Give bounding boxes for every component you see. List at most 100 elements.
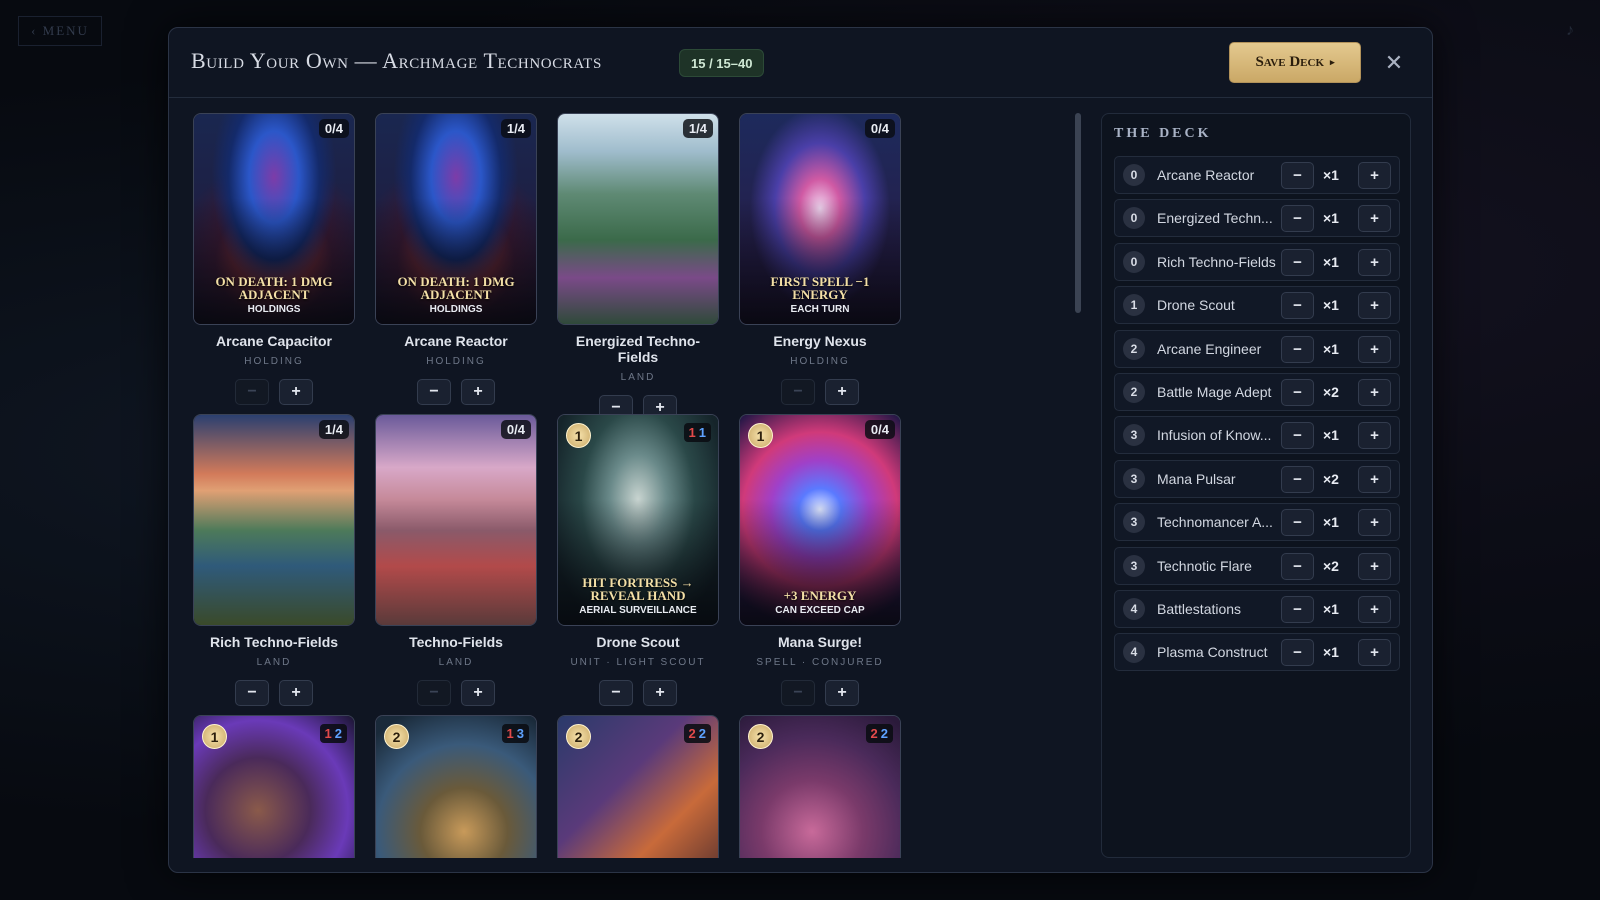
deck-row[interactable]: 4 Battlestations − ×1 + xyxy=(1114,589,1400,628)
increment-button[interactable]: + xyxy=(1358,378,1391,406)
deck-card-count: ×2 xyxy=(1323,557,1339,574)
deck-card-count: ×1 xyxy=(1323,600,1339,617)
card-subtext: Aerial surveillance xyxy=(579,605,697,616)
deck-card-cost: 0 xyxy=(1123,207,1145,230)
card[interactable]: 1/4 On death: 1 dmg adjacent Holdings xyxy=(375,113,537,325)
energy-cost-icon: 2 xyxy=(748,724,773,749)
deck-row[interactable]: 3 Mana Pulsar − ×2 + xyxy=(1114,459,1400,498)
unit-stats-badge: 1 1 xyxy=(683,423,711,442)
add-card-button[interactable]: + xyxy=(825,379,859,405)
deck-card-cost: 4 xyxy=(1123,641,1145,664)
decrement-button[interactable]: − xyxy=(1281,639,1314,667)
remove-card-button[interactable]: − xyxy=(417,680,451,706)
card-text: Hit fortress → reveal hand Aerial survei… xyxy=(566,576,710,616)
decrement-button[interactable]: − xyxy=(1281,509,1314,537)
card-slot: 1/4 Energized Techno-Fields LAND − + xyxy=(557,113,719,421)
increment-button[interactable]: + xyxy=(1358,292,1391,320)
deck-row[interactable]: 2 Battle Mage Adept − ×2 + xyxy=(1114,372,1400,411)
save-deck-button[interactable]: Save Deck ▸ xyxy=(1229,42,1361,83)
add-card-button[interactable]: + xyxy=(279,680,313,706)
quantity-controls: − + xyxy=(375,379,537,405)
card[interactable]: 2 2 2 xyxy=(739,715,901,858)
deck-card-name: Battlestations xyxy=(1157,600,1242,617)
deck-row[interactable]: 3 Technotic Flare − ×2 + xyxy=(1114,546,1400,585)
increment-button[interactable]: + xyxy=(1358,595,1391,623)
remove-card-button[interactable]: − xyxy=(235,680,269,706)
close-icon[interactable]: ✕ xyxy=(1379,48,1409,78)
increment-button[interactable]: + xyxy=(1358,422,1391,450)
add-card-button[interactable]: + xyxy=(461,379,495,405)
deck-row[interactable]: 2 Arcane Engineer − ×1 + xyxy=(1114,329,1400,368)
music-note-icon[interactable]: ♪ xyxy=(1566,22,1574,40)
card[interactable]: 2 1 3 xyxy=(375,715,537,858)
card-effect: +3 Energy xyxy=(783,588,857,603)
card-slot: 2 2 2 xyxy=(557,715,719,858)
card-name: Rich Techno-Fields xyxy=(209,634,339,650)
card[interactable]: 1 1 1 Hit fortress → reveal hand Aerial … xyxy=(557,414,719,626)
decrement-button[interactable]: − xyxy=(1281,552,1314,580)
card[interactable]: 0/4 On death: 1 dmg adjacent Holdings xyxy=(193,113,355,325)
quantity-controls: − + xyxy=(739,680,901,706)
deck-row[interactable]: 0 Arcane Reactor − ×1 + xyxy=(1114,156,1400,194)
card-text: First spell −1 energy Each turn xyxy=(748,275,892,315)
grid-scrollbar[interactable] xyxy=(1075,113,1081,313)
quantity-controls: − + xyxy=(375,680,537,706)
increment-button[interactable]: + xyxy=(1358,465,1391,493)
deck-card-cost: 2 xyxy=(1123,380,1145,403)
add-card-button[interactable]: + xyxy=(643,680,677,706)
health-value: 1 xyxy=(698,425,706,440)
card[interactable]: 0/4 First spell −1 energy Each turn xyxy=(739,113,901,325)
add-card-button[interactable]: + xyxy=(279,379,313,405)
deck-row[interactable]: 0 Energized Techn... − ×1 + xyxy=(1114,199,1400,238)
remove-card-button[interactable]: − xyxy=(781,379,815,405)
card[interactable]: 1/4 xyxy=(557,113,719,325)
quantity-controls: − + xyxy=(557,680,719,706)
increment-button[interactable]: + xyxy=(1358,162,1391,189)
card-collection-grid: 0/4 On death: 1 dmg adjacent Holdings Ar… xyxy=(193,113,913,858)
deck-row[interactable]: 1 Drone Scout − ×1 + xyxy=(1114,286,1400,325)
remove-card-button[interactable]: − xyxy=(781,680,815,706)
decrement-button[interactable]: − xyxy=(1281,422,1314,450)
card[interactable]: 0/4 xyxy=(375,414,537,626)
increment-button[interactable]: + xyxy=(1358,639,1391,667)
deck-card-count: ×1 xyxy=(1323,644,1339,661)
increment-button[interactable]: + xyxy=(1358,509,1391,537)
increment-button[interactable]: + xyxy=(1358,335,1391,363)
energy-cost-icon: 2 xyxy=(566,724,591,749)
decrement-button[interactable]: − xyxy=(1281,292,1314,320)
deck-row[interactable]: 3 Infusion of Know... − ×1 + xyxy=(1114,416,1400,455)
deck-row[interactable]: 4 Plasma Construct − ×1 + xyxy=(1114,633,1400,672)
remove-card-button[interactable]: − xyxy=(235,379,269,405)
decrement-button[interactable]: − xyxy=(1281,205,1314,233)
energy-cost-icon: 1 xyxy=(202,724,227,749)
remove-card-button[interactable]: − xyxy=(599,680,633,706)
card-effect: Hit fortress → reveal hand xyxy=(582,575,694,603)
decrement-button[interactable]: − xyxy=(1281,465,1314,493)
deck-card-name: Plasma Construct xyxy=(1157,644,1268,661)
deck-row[interactable]: 3 Technomancer A... − ×1 + xyxy=(1114,503,1400,542)
increment-button[interactable]: + xyxy=(1358,552,1391,580)
decrement-button[interactable]: − xyxy=(1281,378,1314,406)
menu-button[interactable]: ‹ MENU xyxy=(18,16,102,46)
card[interactable]: 1 1 2 xyxy=(193,715,355,858)
energy-cost-icon: 2 xyxy=(384,724,409,749)
increment-button[interactable]: + xyxy=(1358,248,1391,276)
health-value: 2 xyxy=(698,726,706,741)
add-card-button[interactable]: + xyxy=(461,680,495,706)
deck-row[interactable]: 0 Rich Techno-Fields − ×1 + xyxy=(1114,242,1400,281)
card[interactable]: 1/4 xyxy=(193,414,355,626)
decrement-button[interactable]: − xyxy=(1281,162,1314,189)
decrement-button[interactable]: − xyxy=(1281,595,1314,623)
decrement-button[interactable]: − xyxy=(1281,335,1314,363)
owned-count-badge: 0/4 xyxy=(864,420,895,439)
add-card-button[interactable]: + xyxy=(825,680,859,706)
card[interactable]: 2 2 2 xyxy=(557,715,719,858)
deck-card-name: Technotic Flare xyxy=(1157,557,1252,574)
card[interactable]: 1 0/4 +3 Energy Can exceed cap xyxy=(739,414,901,626)
decrement-button[interactable]: − xyxy=(1281,248,1314,276)
energy-cost-icon: 1 xyxy=(566,423,591,448)
deck-card-name: Arcane Engineer xyxy=(1157,340,1262,357)
card-slot: 2 2 2 xyxy=(739,715,901,858)
increment-button[interactable]: + xyxy=(1358,205,1391,233)
remove-card-button[interactable]: − xyxy=(417,379,451,405)
